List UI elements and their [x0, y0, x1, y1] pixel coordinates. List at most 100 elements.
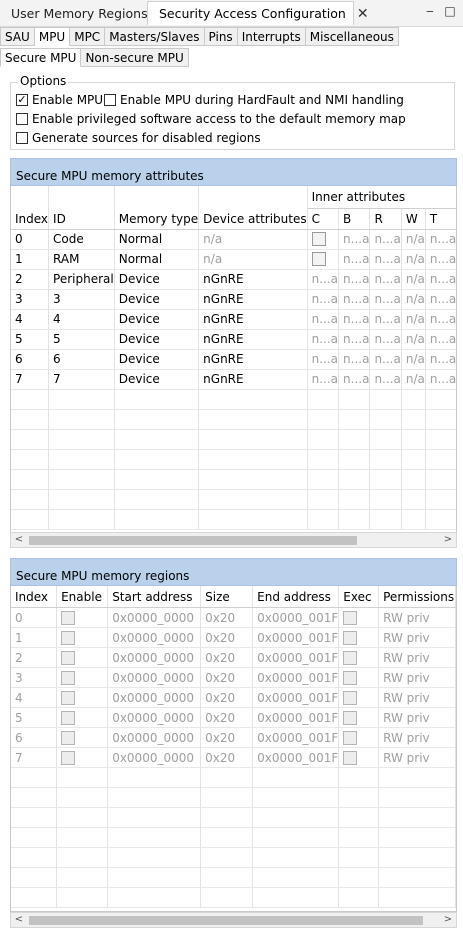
enable-cell[interactable]	[56, 607, 109, 628]
exec-cell[interactable]	[338, 727, 380, 748]
device-attributes-cell[interactable]: nGnRE	[198, 349, 308, 370]
inner-w-cell[interactable]: n/a	[401, 249, 426, 270]
attribute-row[interactable]: 33DevicenGnREn...an...an...an/an...an	[11, 289, 456, 310]
device-attributes-cell[interactable]: n/a	[198, 229, 308, 250]
generate-sources-option[interactable]: Generate sources for disabled regions	[16, 131, 261, 145]
enable-checkbox[interactable]	[343, 610, 358, 625]
enable-checkbox[interactable]	[343, 670, 358, 685]
tab-interrupts[interactable]: Interrupts	[237, 27, 306, 46]
inner-r-cell[interactable]: n...a	[369, 349, 402, 370]
permissions-cell[interactable]: RW priv	[378, 747, 456, 768]
permissions-cell[interactable]: RW priv	[378, 607, 456, 628]
maximize-icon[interactable]: □	[443, 4, 457, 18]
exec-cell[interactable]	[338, 627, 380, 648]
start-address-cell[interactable]: 0x0000_0000	[107, 687, 202, 708]
inner-w-cell[interactable]: n/a	[401, 369, 426, 390]
scrollbar-thumb[interactable]	[29, 536, 357, 545]
regions-horizontal-scrollbar[interactable]: < >	[10, 912, 457, 928]
tab-pins[interactable]: Pins	[204, 27, 238, 46]
exec-cell[interactable]	[338, 607, 380, 628]
inner-c-cell[interactable]: n...a	[307, 289, 340, 310]
start-address-cell[interactable]: 0x0000_0000	[107, 667, 202, 688]
start-address-cell[interactable]: 0x0000_0000	[107, 607, 202, 628]
minimize-icon[interactable]: ‒	[423, 4, 437, 18]
region-row[interactable]: 5 0x0000_0000 0x20 0x0000_001F RW priv	[11, 707, 456, 728]
enable-checkbox[interactable]	[61, 690, 76, 705]
region-row[interactable]: 2 0x0000_0000 0x20 0x0000_001F RW priv	[11, 647, 456, 668]
tab-security-access-configuration[interactable]: Security Access Configuration ✕	[147, 1, 369, 25]
device-attributes-cell[interactable]: nGnRE	[198, 269, 308, 290]
inner-w-cell[interactable]: n/a	[401, 309, 426, 330]
exec-cell[interactable]	[338, 687, 380, 708]
attribute-row[interactable]: 66DevicenGnREn...an...an...an/an...an	[11, 349, 456, 370]
inner-r-cell[interactable]: n...a	[369, 289, 402, 310]
permissions-cell[interactable]: RW priv	[378, 687, 456, 708]
memory-type-cell[interactable]: Device	[114, 289, 200, 310]
scroll-left-icon[interactable]: <	[12, 533, 26, 547]
inner-w-cell[interactable]: n/a	[401, 269, 426, 290]
tab-masters-slaves[interactable]: Masters/Slaves	[105, 27, 205, 46]
device-attributes-cell[interactable]: nGnRE	[198, 329, 308, 350]
attribute-row[interactable]: 44DevicenGnREn...an...an...an/an...an	[11, 309, 456, 330]
device-attributes-cell[interactable]: n/a	[198, 249, 308, 270]
inner-c-cell[interactable]: n...a	[307, 349, 340, 370]
enable-hardfault-option[interactable]: Enable MPU during HardFault and NMI hand…	[104, 93, 404, 107]
inner-b-cell[interactable]: n...a	[338, 329, 371, 350]
attribute-row[interactable]: 2 Peripheral Device nGnRE n...a n...a n...a n/a…	[11, 269, 456, 290]
enable-privileged-checkbox[interactable]	[16, 113, 28, 125]
generate-sources-checkbox[interactable]	[16, 132, 28, 144]
exec-cell[interactable]	[338, 667, 380, 688]
inner-w-cell[interactable]: n/a	[401, 349, 426, 370]
inner-b-cell[interactable]: n...a	[338, 229, 371, 250]
size-cell[interactable]: 0x20	[200, 747, 254, 768]
region-row[interactable]: 3 0x0000_0000 0x20 0x0000_001F RW priv	[11, 667, 456, 688]
size-cell[interactable]: 0x20	[200, 667, 254, 688]
inner-t-cell[interactable]: n...a	[425, 269, 456, 290]
inner-t-cell[interactable]: n...a	[425, 229, 456, 250]
enable-checkbox[interactable]	[61, 610, 76, 625]
inner-r-cell[interactable]: n...a	[369, 309, 402, 330]
enable-checkbox[interactable]	[61, 650, 76, 665]
permissions-cell[interactable]: RW priv	[378, 627, 456, 648]
inner-b-cell[interactable]: n...a	[338, 249, 371, 270]
inner-b-cell[interactable]: n...a	[338, 369, 371, 390]
permissions-cell[interactable]: RW priv	[378, 707, 456, 728]
attribute-row[interactable]: 1 RAM Normal n/a n...a n...a n/a n...a	[11, 249, 456, 270]
enable-mpu-option[interactable]: ✓ Enable MPU	[16, 93, 103, 107]
size-cell[interactable]: 0x20	[200, 707, 254, 728]
region-row[interactable]: 7 0x0000_0000 0x20 0x0000_001F RW priv	[11, 747, 456, 768]
id-cell[interactable]: Peripheral	[48, 269, 115, 290]
inner-t-cell[interactable]: n...a	[425, 289, 456, 310]
close-icon[interactable]: ✕	[357, 6, 369, 22]
enable-checkbox[interactable]	[61, 630, 76, 645]
size-cell[interactable]: 0x20	[200, 687, 254, 708]
start-address-cell[interactable]: 0x0000_0000	[107, 627, 202, 648]
inner-c-cell[interactable]: n...a	[307, 329, 340, 350]
start-address-cell[interactable]: 0x0000_0000	[107, 707, 202, 728]
device-attributes-cell[interactable]: nGnRE	[198, 309, 308, 330]
enable-cell[interactable]	[56, 747, 109, 768]
tab-sau[interactable]: SAU	[0, 27, 35, 46]
inner-b-cell[interactable]: n...a	[338, 309, 371, 330]
scroll-left-icon[interactable]: <	[12, 913, 26, 927]
inner-c-cell[interactable]: n...a	[307, 269, 340, 290]
region-row[interactable]: 1 0x0000_0000 0x20 0x0000_001F RW priv	[11, 627, 456, 648]
enable-hardfault-checkbox[interactable]	[104, 94, 116, 106]
inner-r-cell[interactable]: n...a	[369, 369, 402, 390]
inner-b-cell[interactable]: n...a	[338, 269, 371, 290]
inner-t-cell[interactable]: n...a	[425, 329, 456, 350]
enable-cell[interactable]	[56, 707, 109, 728]
enable-checkbox[interactable]	[343, 710, 358, 725]
id-cell[interactable]: 4	[48, 309, 115, 330]
cacheable-checkbox[interactable]	[311, 232, 326, 247]
inner-b-cell[interactable]: n...a	[338, 349, 371, 370]
scroll-right-icon[interactable]: >	[441, 913, 455, 927]
cacheable-checkbox[interactable]	[311, 252, 326, 267]
enable-checkbox[interactable]	[343, 690, 358, 705]
inner-w-cell[interactable]: n/a	[401, 289, 426, 310]
id-cell[interactable]: RAM	[48, 249, 115, 270]
subtab-secure-mpu[interactable]: Secure MPU	[0, 48, 82, 67]
size-cell[interactable]: 0x20	[200, 627, 254, 648]
size-cell[interactable]: 0x20	[200, 647, 254, 668]
enable-cell[interactable]	[56, 627, 109, 648]
